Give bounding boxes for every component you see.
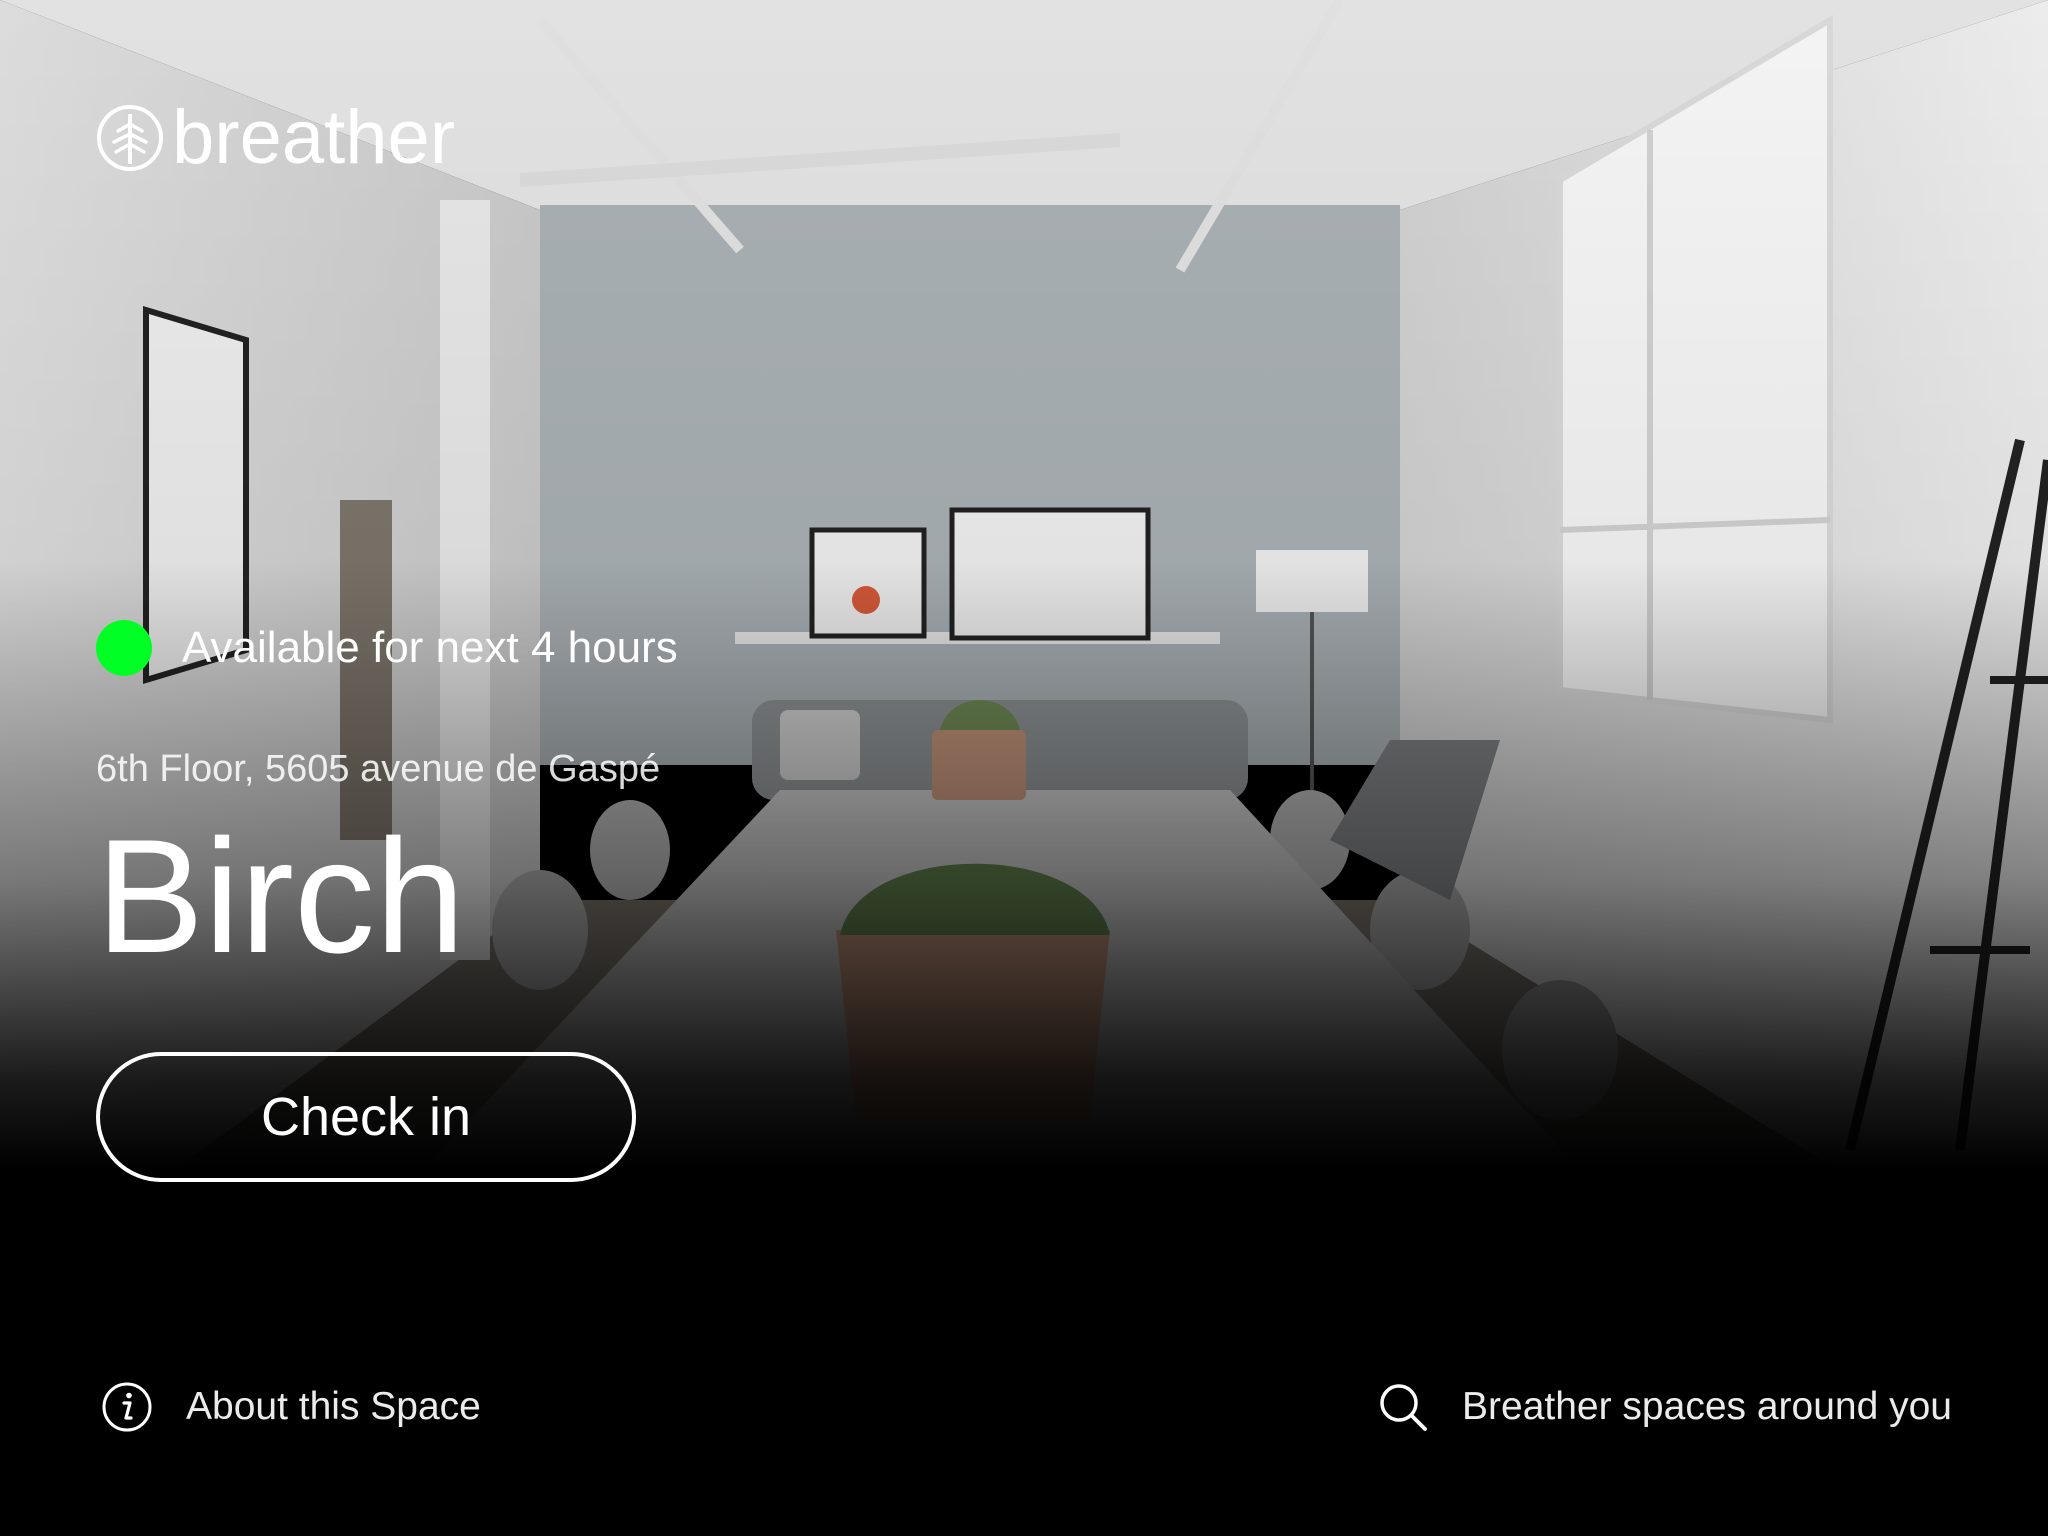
search-icon <box>1380 1384 1427 1431</box>
nearby-spaces-label: Breather spaces around you <box>1462 1385 1952 1428</box>
nearby-spaces-link[interactable]: Breather spaces around you <box>1376 1380 1952 1434</box>
space-name: Birch <box>96 806 466 987</box>
about-space-link[interactable]: About this Space <box>100 1380 481 1434</box>
availability-indicator <box>96 620 152 676</box>
check-in-button[interactable]: Check in <box>96 1052 636 1182</box>
brand-logo: breather <box>96 100 455 176</box>
availability-status: Available for next 4 hours <box>96 620 678 676</box>
about-space-label: About this Space <box>186 1385 481 1428</box>
brand-name: breather <box>172 95 456 180</box>
room-display-screen: breather Available for next 4 hours 6th … <box>0 0 2048 1536</box>
info-icon <box>102 1382 152 1432</box>
space-address: 6th Floor, 5605 avenue de Gaspé <box>96 748 661 790</box>
tree-leaf-icon <box>97 105 163 171</box>
availability-text: Available for next 4 hours <box>182 623 678 672</box>
